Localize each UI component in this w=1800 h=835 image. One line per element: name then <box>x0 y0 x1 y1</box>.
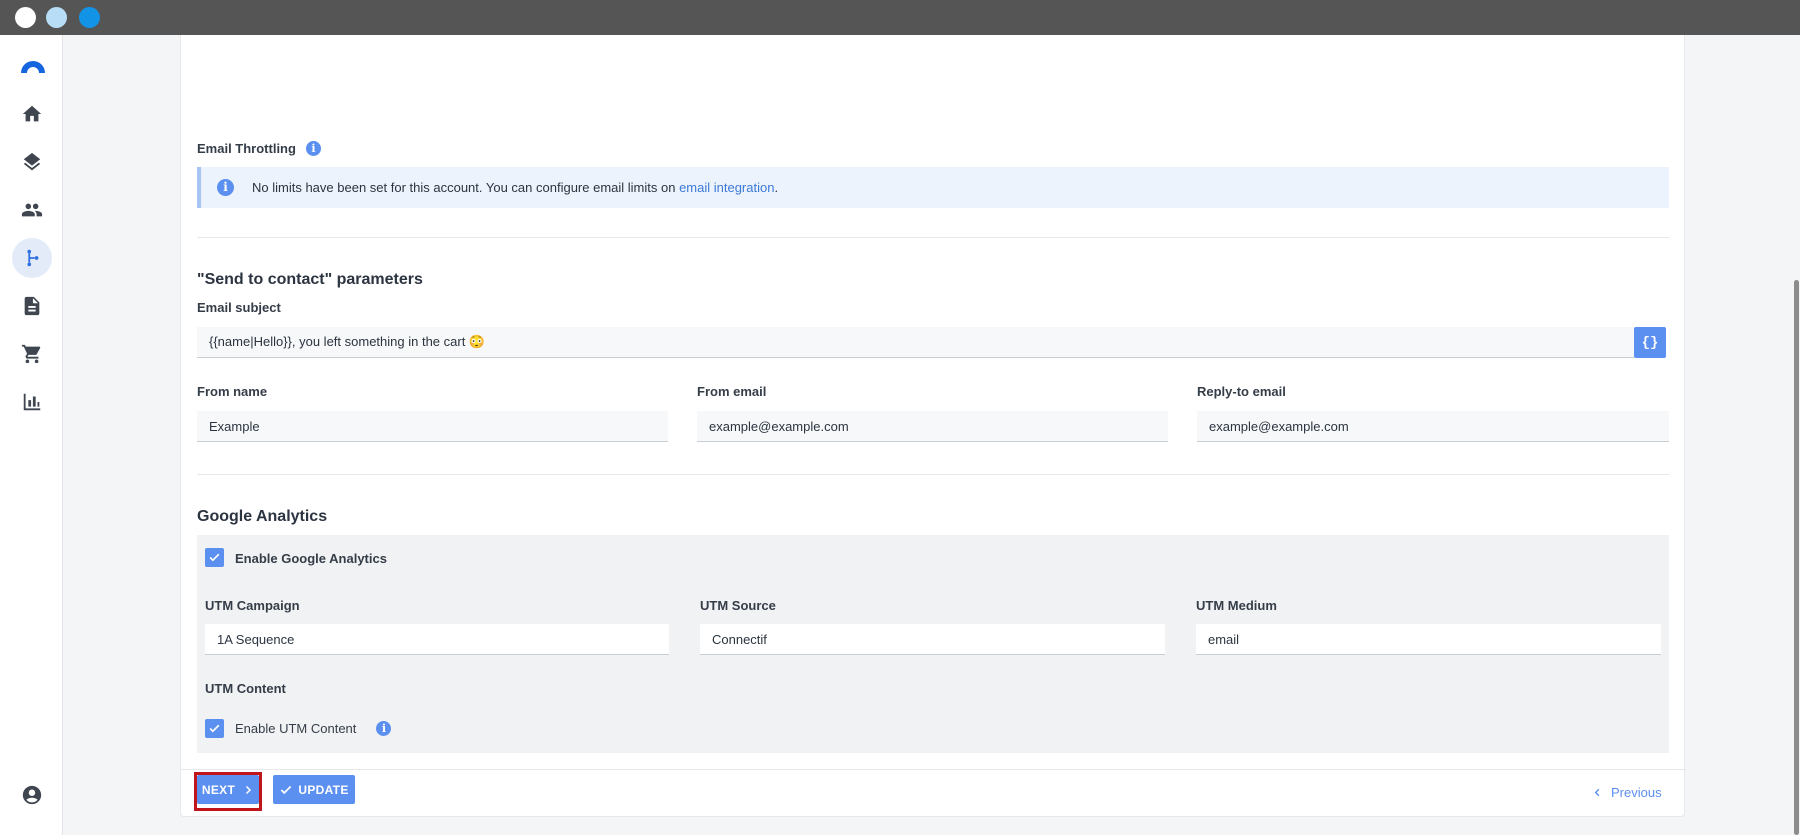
sidebar-item-home[interactable] <box>12 94 52 134</box>
alert-end: . <box>774 180 779 195</box>
campaign-settings-card: Email Throttling i i No limits have been… <box>180 35 1686 817</box>
alert-text: No limits have been set for this account… <box>252 180 778 195</box>
home-icon <box>22 105 42 122</box>
email-integration-link[interactable]: email integration <box>679 180 774 195</box>
from-email-label: From email <box>697 384 767 399</box>
footer-divider <box>181 769 1686 770</box>
section-divider <box>197 237 1669 238</box>
sidebar-item-cart[interactable] <box>12 334 52 374</box>
previous-link-label: Previous <box>1611 785 1662 800</box>
enable-google-analytics-label[interactable]: Enable Google Analytics <box>235 551 387 566</box>
sidebar-item-documents[interactable] <box>12 286 52 326</box>
email-throttling-title: Email Throttling <box>197 141 296 156</box>
utm-content-label: UTM Content <box>205 681 286 696</box>
document-icon <box>24 296 40 316</box>
send-to-contact-title: "Send to contact" parameters <box>197 271 423 288</box>
utm-content-info-icon[interactable]: i <box>376 721 392 736</box>
sidebar <box>0 35 63 835</box>
enable-google-analytics-checkbox[interactable] <box>205 548 224 567</box>
account-icon <box>22 785 42 805</box>
alert-message: No limits have been set for this account… <box>252 180 680 195</box>
google-analytics-panel: Enable Google Analytics UTM Campaign 1A … <box>197 535 1669 753</box>
bar-chart-icon <box>23 393 41 411</box>
from-email-input[interactable]: example@example.com <box>697 411 1168 442</box>
check-icon <box>281 785 292 794</box>
enable-utm-content-label[interactable]: Enable UTM Content <box>235 721 356 736</box>
chevron-right-icon <box>246 785 252 794</box>
flow-icon <box>27 249 39 267</box>
sidebar-item-layers[interactable] <box>12 142 52 182</box>
section-divider <box>197 474 1669 475</box>
from-name-label: From name <box>197 384 268 399</box>
layers-icon <box>23 152 41 171</box>
window-titlebar <box>0 0 1800 35</box>
email-subject-input[interactable]: {{name|Hello}}, you left something in th… <box>197 327 1634 358</box>
scrollbar-thumb[interactable] <box>1794 280 1799 835</box>
logo-icon <box>21 61 45 73</box>
utm-source-label: UTM Source <box>700 598 776 613</box>
email-throttling-label: Email Throttling i <box>197 141 321 156</box>
google-analytics-title: Google Analytics <box>197 508 328 525</box>
enable-utm-content-checkbox[interactable] <box>205 719 224 738</box>
utm-medium-label: UTM Medium <box>1196 598 1277 613</box>
info-icon[interactable]: i <box>305 141 321 156</box>
previous-link[interactable]: Previous <box>1592 785 1662 800</box>
utm-campaign-input[interactable]: 1A Sequence <box>205 624 669 655</box>
email-subject-label: Email subject <box>197 300 281 315</box>
window-close-button[interactable] <box>15 7 36 28</box>
reply-to-email-label: Reply-to email <box>1197 384 1286 399</box>
window-minimize-button[interactable] <box>46 7 67 28</box>
app-logo[interactable] <box>18 53 48 83</box>
checkmark-icon <box>209 553 220 562</box>
cart-icon <box>21 344 41 364</box>
update-button-label: UPDATE <box>298 782 349 797</box>
sidebar-item-workflows[interactable] <box>12 238 52 278</box>
utm-campaign-label: UTM Campaign <box>205 598 300 613</box>
enable-utm-content-row: Enable UTM Content i <box>235 721 392 736</box>
window-maximize-button[interactable] <box>79 7 100 28</box>
sidebar-account[interactable] <box>12 775 52 815</box>
checkmark-icon <box>209 724 220 733</box>
throttling-alert: i No limits have been set for this accou… <box>197 167 1669 208</box>
sidebar-item-analytics[interactable] <box>12 382 52 422</box>
alert-info-icon: i <box>217 179 234 196</box>
chevron-left-icon <box>1594 788 1600 797</box>
from-name-input[interactable]: Example <box>197 411 668 442</box>
insert-variable-button[interactable]: {} <box>1634 327 1666 358</box>
next-button-label: NEXT <box>201 782 236 797</box>
utm-medium-input[interactable]: email <box>1196 624 1661 655</box>
utm-source-input[interactable]: Connectif <box>700 624 1165 655</box>
update-button[interactable]: UPDATE <box>273 775 355 804</box>
sidebar-item-contacts[interactable] <box>12 190 52 230</box>
reply-to-email-input[interactable]: example@example.com <box>1197 411 1669 442</box>
people-icon <box>21 203 43 217</box>
next-button[interactable]: NEXT <box>197 775 259 804</box>
